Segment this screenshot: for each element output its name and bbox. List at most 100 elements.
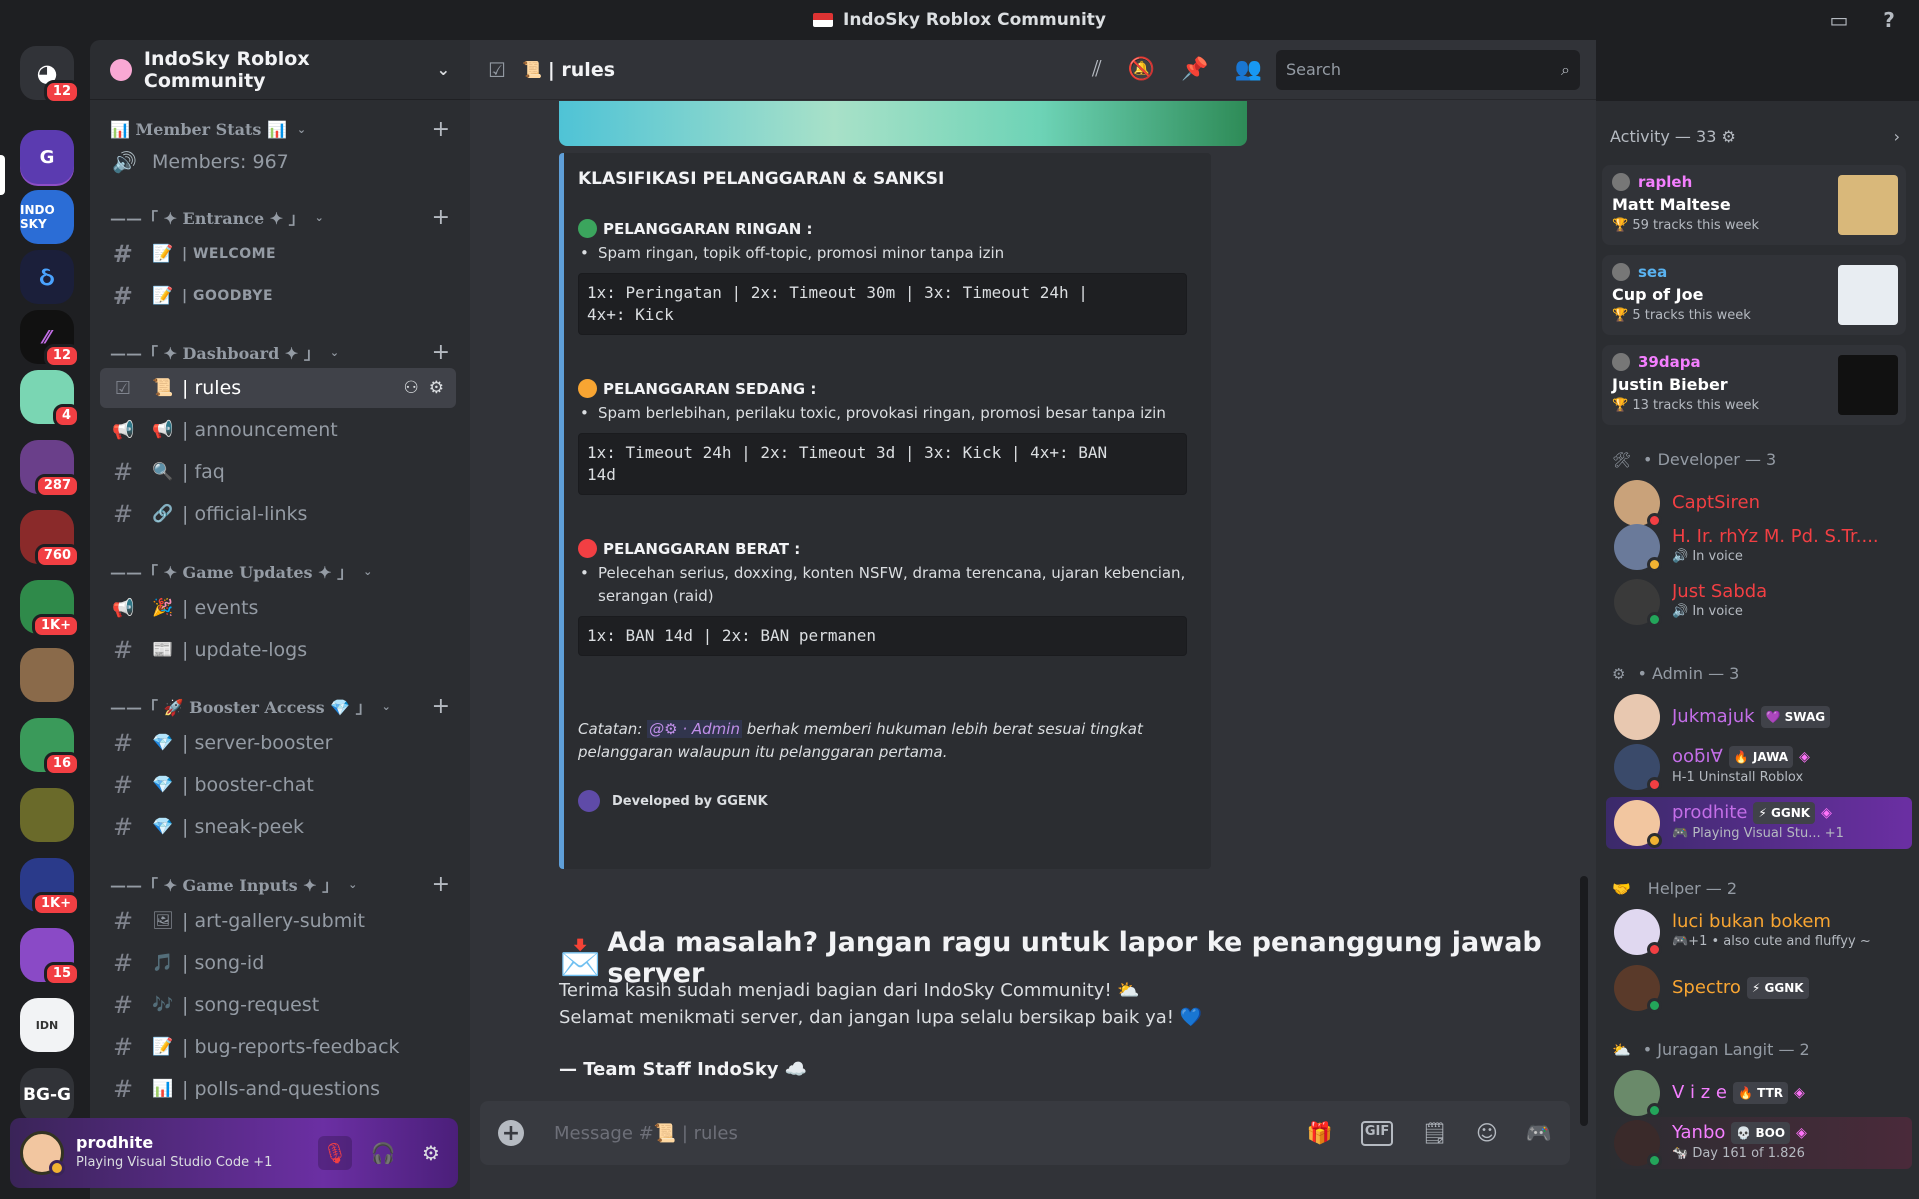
scrollbar[interactable] bbox=[1580, 876, 1588, 1126]
server-icon-6[interactable]: 4 bbox=[20, 370, 80, 428]
pin-icon[interactable]: 📌 bbox=[1181, 57, 1208, 82]
channel-label: Members: 967 bbox=[152, 151, 289, 173]
channel-polls-and-questions[interactable]: # 📊 | polls-and-questions bbox=[100, 1069, 456, 1109]
gear-icon[interactable]: ⚙ bbox=[429, 378, 444, 398]
server-icon-guild-g[interactable]: G bbox=[20, 130, 74, 184]
channel-bug-reports-feedback[interactable]: # 📝 | bug-reports-feedback bbox=[100, 1027, 456, 1067]
member-item[interactable]: luci bukan bokem 🎮+1 • also cute and fluf… bbox=[1606, 906, 1904, 958]
category-entrance[interactable]: ——「 ✦ Entrance ✦ 」 ⌄ + bbox=[110, 202, 450, 232]
channel-song-request[interactable]: # 🎶 | song-request bbox=[100, 985, 456, 1025]
server-icon-16[interactable]: BG-G bbox=[20, 1068, 74, 1122]
channel-label: | bug-reports-feedback bbox=[182, 1036, 400, 1058]
add-channel-icon[interactable]: + bbox=[432, 117, 450, 142]
guild-header[interactable]: IndoSky Roblox Community ⌄ bbox=[90, 40, 470, 100]
rules-embed: KLASIFIKASI PELANGGARAN & SANKSI PELANGG… bbox=[559, 153, 1211, 869]
category-dashboard[interactable]: ——「 ✦ Dashboard ✦ 」 ⌄ + bbox=[110, 337, 450, 367]
group-label: Juragan Langit — 2 bbox=[1657, 1040, 1810, 1059]
server-icon-15[interactable]: IDN bbox=[20, 998, 74, 1052]
server-icon-5[interactable]: ⁄⁄ 12 bbox=[20, 310, 80, 368]
category-game-updates[interactable]: ——「 ✦ Game Updates ✦ 」 ⌄ bbox=[110, 556, 450, 586]
help-icon[interactable]: ? bbox=[1877, 8, 1901, 32]
channel-server-booster[interactable]: # 💎 | server-booster bbox=[100, 723, 456, 763]
invite-icon[interactable]: ⚇ bbox=[404, 378, 419, 398]
channel-welcome[interactable]: # 📝 | WELCOME bbox=[100, 234, 456, 274]
member-item[interactable]: H. Ir. rhYz M. Pd. S.Tr.... 🔊 In voice bbox=[1606, 521, 1904, 573]
channel-emoji: 📜 bbox=[152, 378, 174, 398]
channel-official-links[interactable]: # 🔗 | official-links bbox=[100, 494, 456, 534]
member-item[interactable]: Spectro ⚡ GGNK bbox=[1606, 962, 1904, 1014]
chevron-down-icon[interactable]: ⌄ bbox=[437, 60, 450, 79]
boost-icon: ◈ bbox=[1794, 1085, 1805, 1101]
channel-sneak-peek[interactable]: # 💎 | sneak-peek bbox=[100, 807, 456, 847]
section-heading: PELANGGARAN RINGAN : bbox=[578, 219, 1191, 238]
add-channel-icon[interactable]: + bbox=[432, 340, 450, 365]
channel-announcement[interactable]: 📢 📢 | announcement bbox=[100, 410, 456, 450]
member-item-self[interactable]: prodhite ⚡ GGNK ◈ 🎮 Playing Visual Stu... +… bbox=[1606, 797, 1912, 849]
server-icon-indosky[interactable]: INDO SKY bbox=[20, 190, 74, 244]
hash-icon: # bbox=[112, 500, 134, 528]
notification-muted-icon[interactable]: 🔕 bbox=[1128, 57, 1155, 82]
server-icon-7[interactable]: 287 bbox=[20, 440, 80, 498]
add-channel-icon[interactable]: + bbox=[432, 872, 450, 897]
channel-art-gallery-submit[interactable]: # 🖼 | art-gallery-submit bbox=[100, 901, 456, 941]
chevron-down-icon: ⌄ bbox=[329, 345, 340, 359]
activity-card[interactable]: 39dapa Justin Bieber 🏆 13 tracks this we… bbox=[1602, 345, 1906, 425]
emoji-icon[interactable]: ☺ bbox=[1476, 1121, 1498, 1146]
admin-role-mention[interactable]: @⚙ · Admin bbox=[647, 720, 742, 738]
channel-booster-chat[interactable]: # 💎 | booster-chat bbox=[100, 765, 456, 805]
server-icon-4[interactable]: ઠ bbox=[20, 250, 74, 304]
channel-rules[interactable]: ☑ 📜 | rules ⚇ ⚙ bbox=[100, 368, 456, 408]
mic-muted-icon[interactable]: 🎙 bbox=[318, 1136, 352, 1170]
activity-card[interactable]: rapleh Matt Maltese 🏆 59 tracks this wee… bbox=[1602, 165, 1906, 245]
channel-faq[interactable]: # 🔍 | faq bbox=[100, 452, 456, 492]
category-game-inputs[interactable]: ——「 ✦ Game Inputs ✦ 」 ⌄ + bbox=[110, 869, 450, 899]
member-item[interactable]: Jukmajuk 💜 SWAG bbox=[1606, 691, 1904, 743]
channel-events[interactable]: 📢 🎉 | events bbox=[100, 588, 456, 628]
inbox-icon[interactable]: ▭ bbox=[1827, 8, 1851, 32]
gear-icon[interactable]: ⚙ bbox=[414, 1136, 448, 1170]
member-name: ooƃı∀ bbox=[1672, 746, 1723, 767]
channel-goodbye[interactable]: # 📝 | GOODBYE bbox=[100, 276, 456, 316]
search-input[interactable]: Search ⌕ bbox=[1276, 49, 1580, 90]
activity-header[interactable]: Activity — 33 ⚙ › bbox=[1610, 127, 1900, 146]
threads-icon[interactable]: ⫽ bbox=[1092, 57, 1102, 82]
server-icon-14[interactable]: 15 bbox=[20, 928, 80, 986]
message-composer[interactable]: + Message #📜 | rules 🎁 GIF 🗒 ☺ 🎮 bbox=[480, 1101, 1570, 1165]
unread-badge: 1K+ bbox=[31, 614, 80, 638]
message-input[interactable]: Message #📜 | rules bbox=[554, 1123, 738, 1144]
server-icon-9[interactable]: 1K+ bbox=[20, 580, 80, 638]
category-booster-access[interactable]: ——「 🚀 Booster Access 💎 」 ⌄ + bbox=[110, 691, 450, 721]
channel-song-id[interactable]: # 🎵 | song-id bbox=[100, 943, 456, 983]
avatar[interactable] bbox=[20, 1131, 65, 1176]
channel-update-logs[interactable]: # 📰 | update-logs bbox=[100, 630, 456, 670]
direct-messages-button[interactable]: ◕ 12 bbox=[20, 46, 80, 104]
headphones-icon[interactable]: 🎧 bbox=[366, 1136, 400, 1170]
message-signature: — Team Staff IndoSky ☁️ bbox=[559, 1059, 808, 1080]
member-item[interactable]: ooƃı∀ 🔥 JAWA ◈ H-1 Uninstall Roblox bbox=[1606, 741, 1904, 793]
server-icon-13[interactable]: 1K+ bbox=[20, 858, 80, 916]
server-icon-8[interactable]: 760 bbox=[20, 510, 80, 568]
category-member-stats[interactable]: 📊 Member Stats 📊 ⌄ + bbox=[110, 114, 450, 144]
activity-card[interactable]: sea Cup of Joe 🏆 5 tracks this week bbox=[1602, 255, 1906, 335]
attach-plus-icon[interactable]: + bbox=[498, 1120, 524, 1146]
add-channel-icon[interactable]: + bbox=[432, 694, 450, 719]
gif-icon[interactable]: GIF bbox=[1360, 1120, 1394, 1146]
channel-emoji: 📝 bbox=[152, 1037, 174, 1057]
member-item[interactable]: V i z e 🔥 TTR ◈ bbox=[1606, 1067, 1904, 1119]
add-channel-icon[interactable]: + bbox=[432, 205, 450, 230]
server-icon-11[interactable]: 16 bbox=[20, 718, 80, 776]
sticker-icon[interactable]: 🗒 bbox=[1421, 1121, 1448, 1146]
channel-members-count[interactable]: 🔊 Members: 967 bbox=[100, 142, 456, 182]
server-icon-12[interactable] bbox=[20, 788, 74, 842]
server-icon-10[interactable] bbox=[20, 648, 74, 702]
member-item[interactable]: Just Sabda 🔊 In voice bbox=[1606, 576, 1904, 628]
role-group-header: 🛠 • Developer — 3 bbox=[1612, 450, 1777, 469]
member-item[interactable]: Yanbo 💀 BOO ◈ 🐄 Day 161 of 1.826 bbox=[1606, 1117, 1912, 1169]
chevron-right-icon[interactable]: › bbox=[1894, 127, 1900, 146]
member-list-icon[interactable]: 👥 bbox=[1235, 57, 1262, 82]
apps-icon[interactable]: 🎮 bbox=[1526, 1121, 1552, 1146]
voice-icon: 🔊 bbox=[112, 150, 137, 174]
category-label: ——「 ✦ Dashboard ✦ 」 bbox=[110, 344, 320, 363]
gift-icon[interactable]: 🎁 bbox=[1307, 1121, 1333, 1146]
megaphone-icon: 📢 bbox=[112, 597, 135, 619]
